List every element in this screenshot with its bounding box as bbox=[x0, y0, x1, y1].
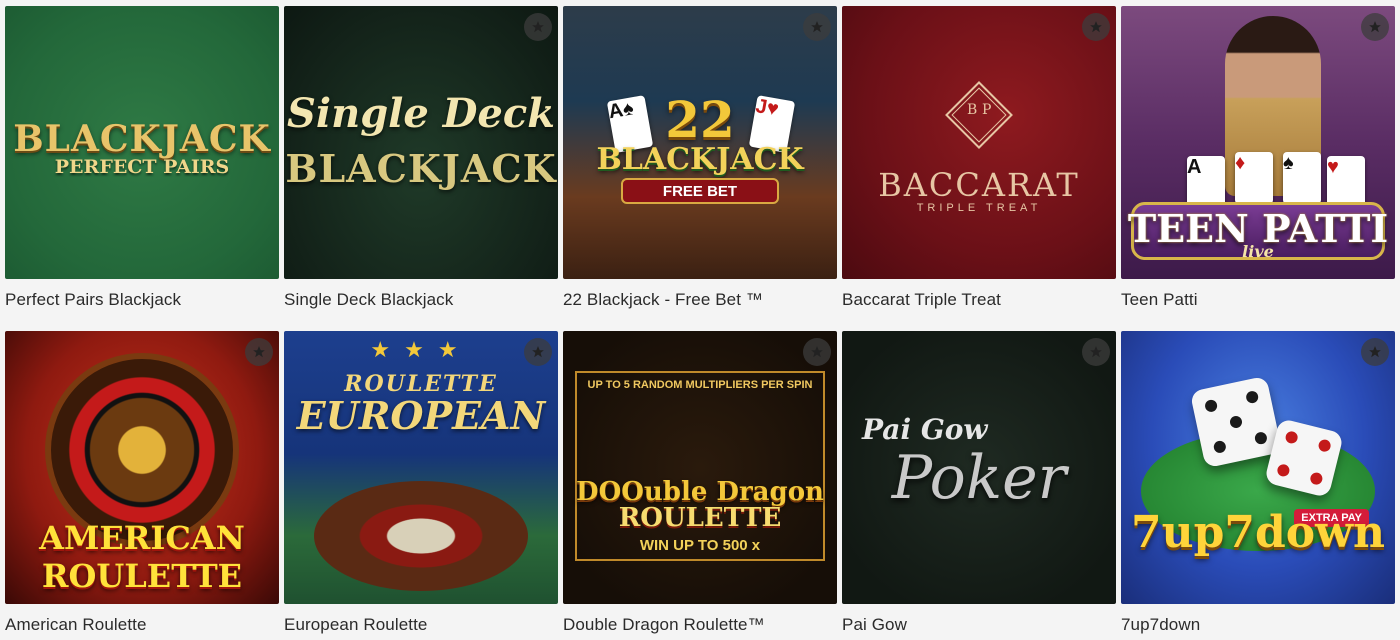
art-subtitle: BLACKJACK bbox=[285, 146, 557, 191]
game-label[interactable]: 7up7down bbox=[1121, 615, 1200, 635]
art-title: 7up7down bbox=[1131, 507, 1385, 558]
game-row: BLACKJACK PERFECT PAIRS Perfect Pairs Bl… bbox=[5, 6, 1398, 330]
roulette-wheel-icon bbox=[45, 353, 239, 547]
game-label[interactable]: Pai Gow bbox=[842, 615, 907, 635]
art-title: Poker bbox=[891, 443, 1067, 513]
game-label[interactable]: Double Dragon Roulette™ bbox=[563, 615, 765, 635]
art-title-number: 22 bbox=[665, 90, 735, 149]
game-label[interactable]: Single Deck Blackjack bbox=[284, 290, 453, 310]
art-subtitle: ROULETTE bbox=[618, 503, 782, 533]
game-tile-american-roulette[interactable]: AMERICAN ROULETTE American Roulette bbox=[5, 331, 279, 640]
art-badge: FREE BET bbox=[621, 178, 779, 204]
card-icon: ♥ bbox=[1327, 156, 1365, 208]
game-thumbnail[interactable]: EXTRA PAY 7up7down bbox=[1121, 331, 1395, 604]
game-tile-double-dragon-roulette[interactable]: UP TO 5 RANDOM MULTIPLIERS PER SPIN DOOu… bbox=[563, 331, 837, 640]
game-tile-22-blackjack[interactable]: A♠ J♥ 22 BLACKJACK FREE BET 22 Blackjack… bbox=[563, 6, 837, 330]
game-tile-perfect-pairs-blackjack[interactable]: BLACKJACK PERFECT PAIRS Perfect Pairs Bl… bbox=[5, 6, 279, 330]
stars-decoration-icon: ★★★ bbox=[370, 337, 472, 362]
game-thumbnail[interactable]: A♠ J♥ 22 BLACKJACK FREE BET bbox=[563, 6, 837, 279]
art-title: BLACKJACK bbox=[13, 118, 271, 160]
game-tile-pai-gow[interactable]: Pai Gow Poker Pai Gow bbox=[842, 331, 1116, 640]
game-label[interactable]: 22 Blackjack - Free Bet ™ bbox=[563, 290, 763, 310]
favorite-star-icon[interactable] bbox=[524, 338, 552, 366]
art-title: BLACKJACK bbox=[596, 142, 804, 177]
game-thumbnail[interactable]: Single Deck BLACKJACK bbox=[284, 6, 558, 279]
game-tile-baccarat-triple-treat[interactable]: B P BACCARAT TRIPLE TREAT Baccarat Tripl… bbox=[842, 6, 1116, 330]
game-thumbnail[interactable]: UP TO 5 RANDOM MULTIPLIERS PER SPIN DOOu… bbox=[563, 331, 837, 604]
game-label[interactable]: Perfect Pairs Blackjack bbox=[5, 290, 181, 310]
favorite-star-icon[interactable] bbox=[1082, 13, 1110, 41]
favorite-star-icon[interactable] bbox=[1361, 338, 1389, 366]
dice-icon bbox=[1189, 375, 1283, 469]
art-subtitle: PERFECT PAIRS bbox=[54, 156, 230, 178]
baccarat-logo-icon: B P bbox=[945, 81, 1013, 149]
roulette-wheel-icon bbox=[314, 481, 528, 591]
art-title: EUROPEAN bbox=[296, 393, 546, 438]
game-thumbnail[interactable]: ★★★ ROULETTE EUROPEAN bbox=[284, 331, 558, 604]
art-subtitle: ROULETTE bbox=[41, 557, 243, 595]
favorite-star-icon[interactable] bbox=[1361, 13, 1389, 41]
art-title: BACCARAT bbox=[878, 166, 1080, 204]
game-thumbnail[interactable]: AMERICAN ROULETTE bbox=[5, 331, 279, 604]
card-icon: ♠ bbox=[1283, 152, 1321, 204]
game-label[interactable]: European Roulette bbox=[284, 615, 427, 635]
game-tile-european-roulette[interactable]: ★★★ ROULETTE EUROPEAN European Roulette bbox=[284, 331, 558, 640]
game-thumbnail[interactable]: BLACKJACK PERFECT PAIRS bbox=[5, 6, 279, 279]
favorite-star-icon[interactable] bbox=[524, 13, 552, 41]
game-label[interactable]: Teen Patti bbox=[1121, 290, 1198, 310]
card-icon: ♦ bbox=[1235, 152, 1273, 204]
art-title: AMERICAN bbox=[39, 519, 245, 557]
svg-text:P: P bbox=[982, 102, 991, 118]
game-row: AMERICAN ROULETTE American Roulette ★★★ … bbox=[5, 331, 1398, 640]
game-label[interactable]: Baccarat Triple Treat bbox=[842, 290, 1001, 310]
game-thumbnail[interactable]: Pai Gow Poker bbox=[842, 331, 1116, 604]
art-tagline: UP TO 5 RANDOM MULTIPLIERS PER SPIN bbox=[587, 379, 813, 391]
game-thumbnail[interactable]: A ♦ ♠ ♥ TEEN PATTI live bbox=[1121, 6, 1395, 279]
game-tile-single-deck-blackjack[interactable]: Single Deck BLACKJACK Single Deck Blackj… bbox=[284, 6, 558, 330]
game-grid: BLACKJACK PERFECT PAIRS Perfect Pairs Bl… bbox=[5, 6, 1398, 640]
art-subtitle: TRIPLE TREAT bbox=[916, 202, 1042, 214]
art-subtitle: live bbox=[1242, 242, 1274, 261]
card-icon: A bbox=[1187, 156, 1225, 208]
game-tile-teen-patti[interactable]: A ♦ ♠ ♥ TEEN PATTI live Teen Patti bbox=[1121, 6, 1395, 330]
game-tile-7up7down[interactable]: EXTRA PAY 7up7down 7up7down bbox=[1121, 331, 1395, 640]
game-thumbnail[interactable]: B P BACCARAT TRIPLE TREAT bbox=[842, 6, 1116, 279]
game-label[interactable]: American Roulette bbox=[5, 615, 147, 635]
art-win-text: WIN UP TO 500 x bbox=[639, 537, 761, 554]
favorite-star-icon[interactable] bbox=[1082, 338, 1110, 366]
svg-text:B: B bbox=[967, 102, 977, 118]
favorite-star-icon[interactable] bbox=[803, 13, 831, 41]
art-subtitle: Pai Gow bbox=[862, 413, 988, 446]
favorite-star-icon[interactable] bbox=[803, 338, 831, 366]
art-title: Single Deck bbox=[287, 90, 555, 137]
favorite-star-icon[interactable] bbox=[245, 338, 273, 366]
